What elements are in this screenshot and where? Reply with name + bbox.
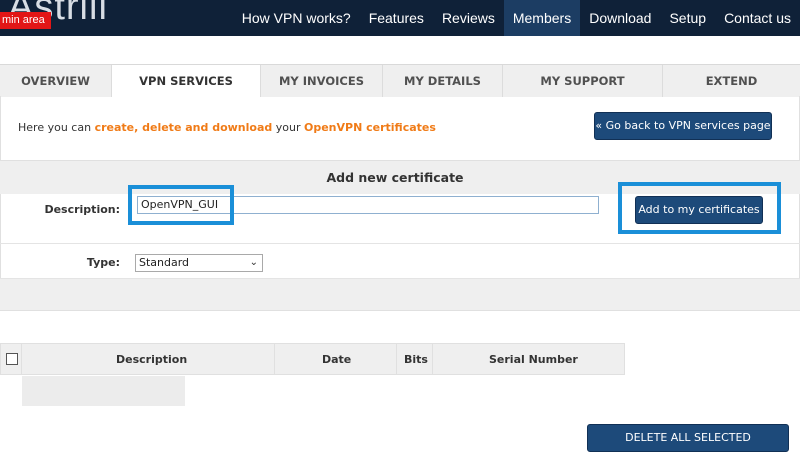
tab-my-details[interactable]: MY DETAILS: [383, 65, 503, 97]
intro-actions: create, delete and download: [94, 121, 273, 134]
nav-members[interactable]: Members: [503, 0, 581, 36]
tab-my-invoices[interactable]: MY INVOICES: [261, 65, 383, 97]
admin-area-badge[interactable]: min area: [0, 12, 51, 29]
type-label: Type:: [86, 256, 120, 269]
tab-vpn-services[interactable]: VPN SERVICES: [112, 65, 261, 97]
column-bits: Bits: [404, 353, 428, 366]
column-serial-number: Serial Number: [489, 353, 578, 366]
empty-table-row: [22, 376, 185, 406]
delete-all-selected-certificates-button[interactable]: DELETE ALL SELECTED CERTIFICATES: [587, 424, 789, 469]
intro-subject: OpenVPN certificates: [303, 121, 436, 134]
column-divider: [21, 343, 22, 375]
type-selected-value: Standard: [139, 256, 190, 269]
intro-prefix: Here you can: [18, 121, 95, 134]
nav-reviews[interactable]: Reviews: [433, 0, 504, 36]
page: Astrill min area How VPN works? Features…: [0, 0, 800, 469]
select-all-checkbox[interactable]: [6, 353, 18, 365]
chevron-down-icon: ⌄: [249, 257, 258, 268]
description-input[interactable]: OpenVPN_GUI: [137, 196, 599, 214]
add-to-my-certificates-button[interactable]: Add to my certificates: [635, 196, 763, 224]
form-footer-band: [0, 279, 800, 311]
column-divider: [432, 343, 433, 375]
nav-download[interactable]: Download: [580, 0, 660, 36]
tab-overview[interactable]: OVERVIEW: [0, 65, 112, 97]
back-to-vpn-services-button[interactable]: « Go back to VPN services page: [594, 112, 772, 140]
intro-text: Here you can create, delete and download…: [18, 121, 436, 134]
nav-setup[interactable]: Setup: [660, 0, 715, 36]
top-nav-bar: Astrill min area How VPN works? Features…: [0, 0, 800, 36]
tab-my-support[interactable]: MY SUPPORT: [503, 65, 663, 97]
column-divider: [274, 343, 275, 375]
tab-extend[interactable]: EXTEND: [663, 65, 800, 97]
intro-middle: your: [272, 121, 304, 134]
nav-contact-us[interactable]: Contact us: [715, 0, 800, 36]
account-tabs: OVERVIEW VPN SERVICES MY INVOICES MY DET…: [0, 64, 800, 97]
type-select[interactable]: Standard ⌄: [135, 254, 263, 272]
description-label: Description:: [44, 203, 120, 216]
column-date: Date: [322, 353, 352, 366]
nav-how-vpn-works[interactable]: How VPN works?: [233, 0, 360, 36]
add-certificate-title: Add new certificate: [326, 170, 464, 185]
main-nav: How VPN works? Features Reviews Members …: [233, 0, 800, 36]
column-description: Description: [116, 353, 188, 366]
nav-features[interactable]: Features: [360, 0, 433, 36]
column-divider: [396, 343, 397, 375]
